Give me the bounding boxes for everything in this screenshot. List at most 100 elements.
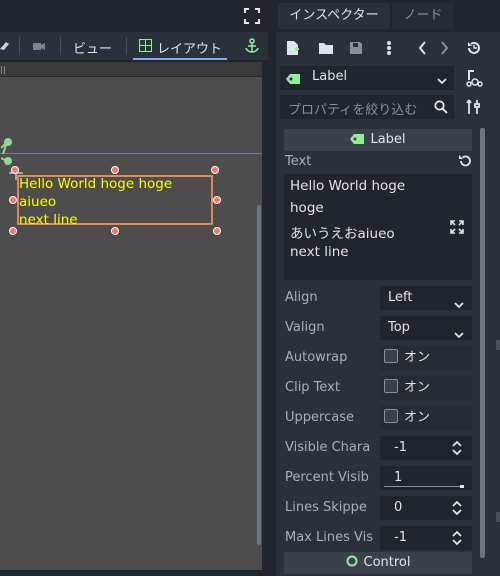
node-selector-dropdown[interactable]: Label [280,66,454,90]
autowrap-value: オン [404,350,431,365]
fullscreen-icon[interactable] [244,8,260,24]
property-label-align: Align [285,290,318,305]
bone-tool-icon[interactable] [0,39,10,53]
resize-handle[interactable] [9,227,17,235]
label-text-line: aiueo [19,194,57,210]
property-label-valign: Valign [285,320,325,335]
percent-visible-value: 1 [394,470,403,485]
resize-handle[interactable] [111,227,119,235]
autowrap-checkbox[interactable]: オン [380,346,472,370]
spin-arrows-icon [452,500,462,516]
property-label-text: Text [285,154,312,169]
checkbox-icon [384,409,398,423]
dock-edge [496,340,500,350]
resize-handle[interactable] [11,166,19,174]
checkbox-icon [384,379,398,393]
max-lines-visible-spinbox[interactable]: -1 [380,526,472,550]
anchor-icon[interactable] [244,38,260,54]
property-label-percent-visible: Percent Visib [285,470,369,485]
history-back-icon[interactable] [417,40,427,56]
valign-value: Top [388,320,410,335]
layout-menu-label: レイアウト [157,42,223,57]
clip-text-value: オン [404,380,431,395]
expand-icon [450,220,464,234]
section-header-control[interactable]: Control [284,552,472,574]
property-label-visible-characters: Visible Chara [285,440,371,455]
align-dropdown[interactable]: Left [380,286,472,310]
checkbox-icon [384,349,398,363]
spin-arrows-icon [452,530,462,546]
chevron-down-icon [437,74,447,85]
clip-text-checkbox[interactable]: オン [380,376,472,400]
camera-override-icon[interactable] [31,39,47,53]
resize-handle[interactable] [111,166,119,174]
tab-inspector[interactable]: インスペクター [278,3,390,29]
toolbar-separator [126,37,127,55]
object-history-icon[interactable] [466,40,482,56]
pivot-handle[interactable] [0,136,13,166]
tools-icon[interactable] [466,99,482,115]
resize-handle[interactable] [9,196,17,204]
section-header-title: Control [363,555,411,570]
text-value-line: next line [290,244,349,260]
lines-skipped-value: 0 [394,500,403,515]
lines-skipped-spinbox[interactable]: 0 [380,496,472,520]
percent-visible-slider[interactable]: 1 [380,466,472,490]
open-folder-icon[interactable] [318,41,334,55]
visible-characters-value: -1 [394,440,407,455]
section-header-title: Label [370,132,406,147]
toolbar-separator [60,37,61,55]
spin-arrows-icon [452,440,462,456]
view-menu[interactable]: ビュー [73,38,112,57]
slider-grabber[interactable] [460,485,464,488]
dock-splitter[interactable] [268,0,276,576]
visible-characters-spinbox[interactable]: -1 [380,436,472,460]
expand-editor-icon[interactable] [440,174,472,280]
layout-grid-icon [139,39,152,52]
label-text-line: Hello World hoge hoge [19,176,173,192]
viewport-boundary-line [0,153,262,154]
chevron-down-icon [454,324,464,339]
label-text-line: next line [19,212,78,228]
text-value-line: Hello World hoge [290,178,406,194]
toolbar-separator [19,37,20,55]
ruler-tick [4,66,5,74]
history-forward-icon[interactable] [440,40,450,56]
text-property-editor[interactable]: Hello World hoge hoge あいうえおaiueo next li… [284,174,440,280]
ruler-tick [1,66,2,74]
label-node-icon [286,73,300,84]
resize-handle[interactable] [213,196,221,204]
resource-docs-icon[interactable] [465,68,483,88]
align-value: Left [388,290,413,305]
label-text-preview: Hello World hoge hoge aiueo next line [19,175,172,229]
property-filter-input[interactable]: プロパティを絞り込む [280,95,454,119]
section-header-label[interactable]: Label [284,129,472,151]
property-label-max-lines-visible: Max Lines Vis [285,530,373,545]
inspector-scrollbar[interactable] [480,128,485,558]
more-options-icon[interactable] [386,40,392,56]
filter-placeholder: プロパティを絞り込む [288,103,418,118]
2d-canvas[interactable] [0,62,262,570]
property-label-lines-skipped: Lines Skippe [285,500,367,515]
viewport-vertical-scrollbar[interactable] [257,205,261,545]
uppercase-checkbox[interactable]: オン [380,406,472,430]
top-ruler [0,62,262,77]
new-resource-icon[interactable] [286,40,300,56]
valign-dropdown[interactable]: Top [380,316,472,340]
revert-icon[interactable] [458,154,472,168]
tab-node[interactable]: ノード [392,3,454,29]
selected-label-node[interactable]: Hello World hoge hoge aiueo next line [17,175,213,228]
text-value-line: hoge [290,200,324,216]
label-node-icon [350,130,365,144]
property-label-clip-text: Clip Text [285,380,340,395]
control-node-icon [346,553,358,567]
layout-menu[interactable]: レイアウト [133,34,227,60]
save-icon[interactable] [349,41,363,55]
uppercase-value: オン [404,410,431,425]
resize-handle[interactable] [211,166,219,174]
resize-handle[interactable] [213,227,221,235]
dock-edge [496,512,500,522]
search-icon [434,100,448,114]
text-value-line: あいうえおaiueo [290,226,395,242]
property-label-uppercase: Uppercase [285,410,354,425]
